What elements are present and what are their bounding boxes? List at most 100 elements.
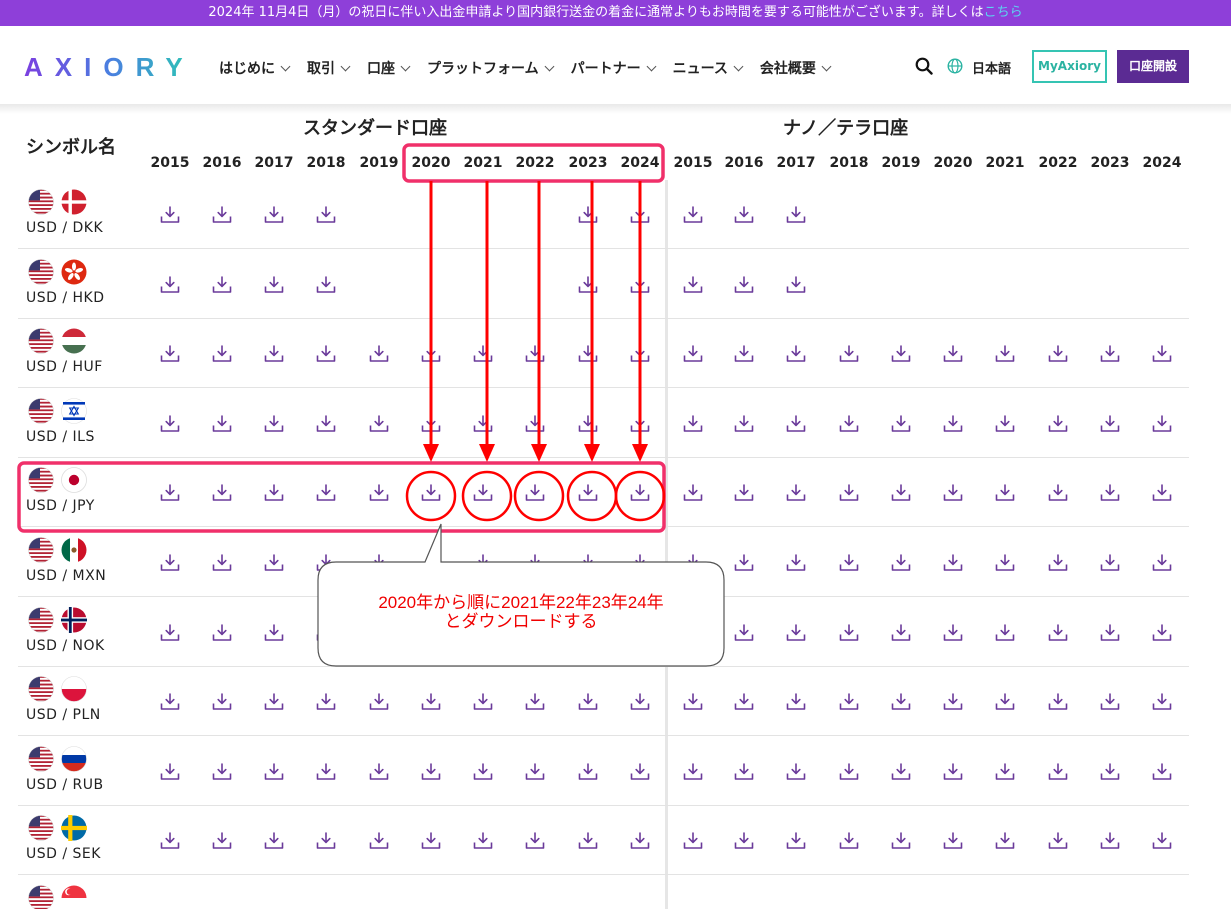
nav-item-partners[interactable]: パートナー [571,58,657,78]
download-icon-nano-2019[interactable] [891,762,911,781]
download-icon-nano-2022[interactable] [1048,623,1068,642]
nav-item-trading[interactable]: 取引 [307,58,351,78]
download-icon-nano-2022[interactable] [1048,693,1068,711]
download-icon-standard-2021[interactable] [473,832,493,850]
download-icon-nano-2016[interactable] [734,693,754,711]
nav-item-company[interactable]: 会社概要 [760,58,832,78]
download-icon-nano-2017[interactable] [786,623,806,642]
download-icon-standard-2015[interactable] [160,414,180,433]
download-icon-standard-2015[interactable] [160,762,180,781]
download-icon-standard-2021[interactable] [473,554,493,572]
nav-item-getting-started[interactable]: はじめに [219,58,291,78]
download-icon-standard-2016[interactable] [212,206,232,224]
download-icon-nano-2023[interactable] [1100,484,1120,502]
download-icon-standard-2017[interactable] [264,623,284,642]
download-icon-nano-2024[interactable] [1152,345,1172,363]
download-icon-nano-2020[interactable] [943,693,963,711]
download-icon-standard-2022[interactable] [525,693,545,711]
download-icon-nano-2021[interactable] [995,832,1015,850]
download-icon-standard-2016[interactable] [212,762,232,781]
download-icon-nano-2022[interactable] [1048,484,1068,502]
download-icon-nano-2015[interactable] [683,762,703,781]
download-icon-nano-2021[interactable] [995,554,1015,572]
download-icon-standard-2020[interactable] [421,414,441,433]
download-icon-standard-2020[interactable] [421,484,441,502]
download-icon-standard-2018[interactable] [316,275,336,294]
download-icon-nano-2016[interactable] [734,275,754,294]
download-icon-standard-2019[interactable] [369,762,389,781]
open-account-button[interactable]: 口座開設 [1117,50,1189,83]
download-icon-nano-2019[interactable] [891,623,911,642]
download-icon-nano-2015[interactable] [683,484,703,502]
download-icon-standard-2018[interactable] [316,345,336,363]
download-icon-nano-2023[interactable] [1100,623,1120,642]
download-icon-nano-2024[interactable] [1152,832,1172,850]
download-icon-nano-2019[interactable] [891,345,911,363]
download-icon-nano-2021[interactable] [995,484,1015,502]
download-icon-nano-2023[interactable] [1100,832,1120,850]
download-icon-standard-2024[interactable] [630,554,650,572]
download-icon-standard-2023[interactable] [578,693,598,711]
download-icon-nano-2020[interactable] [943,345,963,363]
download-icon-nano-2021[interactable] [995,623,1015,642]
download-icon-standard-2018[interactable] [316,206,336,224]
download-icon-standard-2020[interactable] [421,693,441,711]
download-icon-nano-2016[interactable] [734,623,754,642]
download-icon-nano-2024[interactable] [1152,693,1172,711]
download-icon-standard-2022[interactable] [525,484,545,502]
download-icon-standard-2024[interactable] [630,762,650,781]
download-icon-nano-2016[interactable] [734,414,754,433]
download-icon-standard-2023[interactable] [578,206,598,224]
download-icon-standard-2024[interactable] [630,693,650,711]
axiory-logo[interactable]: AXIORY [24,52,195,83]
download-icon-standard-2017[interactable] [264,832,284,850]
download-icon-standard-2016[interactable] [212,623,232,642]
search-icon[interactable] [915,57,933,75]
download-icon-nano-2020[interactable] [943,414,963,433]
download-icon-nano-2015[interactable] [683,693,703,711]
download-icon-nano-2023[interactable] [1100,762,1120,781]
download-icon-standard-2015[interactable] [160,693,180,711]
download-icon-standard-2017[interactable] [264,693,284,711]
download-icon-nano-2020[interactable] [943,623,963,642]
download-icon-standard-2021[interactable] [473,484,493,502]
download-icon-standard-2015[interactable] [160,623,180,642]
download-icon-nano-2016[interactable] [734,832,754,850]
download-icon-nano-2019[interactable] [891,554,911,572]
download-icon-nano-2022[interactable] [1048,762,1068,781]
download-icon-nano-2016[interactable] [734,206,754,224]
download-icon-nano-2018[interactable] [839,623,859,642]
download-icon-nano-2021[interactable] [995,345,1015,363]
download-icon-nano-2024[interactable] [1152,762,1172,781]
download-icon-nano-2020[interactable] [943,554,963,572]
download-icon-standard-2021[interactable] [473,762,493,781]
download-icon-nano-2018[interactable] [839,762,859,781]
download-icon-standard-2019[interactable] [369,484,389,502]
download-icon-standard-2023[interactable] [578,345,598,363]
download-icon-nano-2016[interactable] [734,554,754,572]
download-icon-nano-2018[interactable] [839,693,859,711]
download-icon-nano-2018[interactable] [839,554,859,572]
download-icon-standard-2018[interactable] [316,484,336,502]
download-icon-nano-2021[interactable] [995,762,1015,781]
download-icon-standard-2016[interactable] [212,693,232,711]
download-icon-standard-2016[interactable] [212,275,232,294]
download-icon-standard-2020[interactable] [421,554,441,572]
download-icon-nano-2019[interactable] [891,693,911,711]
download-icon-standard-2018[interactable] [316,762,336,781]
download-icon-nano-2017[interactable] [786,762,806,781]
download-icon-standard-2024[interactable] [630,484,650,502]
download-icon-standard-2019[interactable] [369,345,389,363]
download-icon-nano-2018[interactable] [839,832,859,850]
download-icon-standard-2023[interactable] [578,484,598,502]
download-icon-nano-2020[interactable] [943,832,963,850]
download-icon-nano-2021[interactable] [995,414,1015,433]
download-icon-standard-2017[interactable] [264,554,284,572]
download-icon-standard-2019[interactable] [369,414,389,433]
nav-item-news[interactable]: ニュース [673,58,744,78]
download-icon-nano-2015[interactable] [683,275,703,294]
download-icon-nano-2017[interactable] [786,275,806,294]
download-icon-nano-2024[interactable] [1152,554,1172,572]
download-icon-standard-2017[interactable] [264,414,284,433]
download-icon-standard-2018[interactable] [316,693,336,711]
